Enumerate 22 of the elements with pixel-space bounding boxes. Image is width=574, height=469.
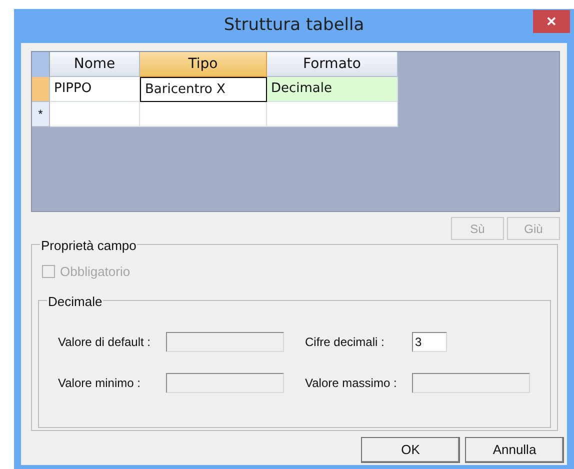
close-button[interactable]: ✕ (533, 10, 570, 33)
field-label: Valore massimo : (304, 374, 398, 392)
table-cell[interactable] (50, 102, 140, 127)
field-label: Valore di default : (58, 334, 152, 350)
column-header[interactable]: Tipo (140, 52, 267, 77)
column-header[interactable]: Nome (50, 52, 140, 77)
dialog-button[interactable]: OK (361, 437, 460, 463)
input-field[interactable]: 3 (412, 332, 447, 352)
dialog-button[interactable]: Annulla (465, 437, 564, 463)
checkbox-label: Obbligatorio (60, 263, 130, 281)
row-header[interactable]: * (32, 102, 50, 127)
table-cell[interactable]: PIPPO (50, 77, 140, 102)
table-cell[interactable] (140, 102, 267, 127)
table-cell[interactable]: Baricentro X (140, 77, 267, 102)
table-cell[interactable] (267, 102, 398, 127)
corner-cell (32, 52, 50, 77)
column-header[interactable]: Formato (267, 52, 398, 77)
row-header[interactable] (32, 77, 50, 102)
table-cell[interactable]: Decimale (267, 77, 398, 102)
field-label: Valore minimo : (58, 374, 142, 392)
window-title: Struttura tabella (224, 14, 364, 38)
field-label: Cifre decimali : (304, 334, 386, 350)
